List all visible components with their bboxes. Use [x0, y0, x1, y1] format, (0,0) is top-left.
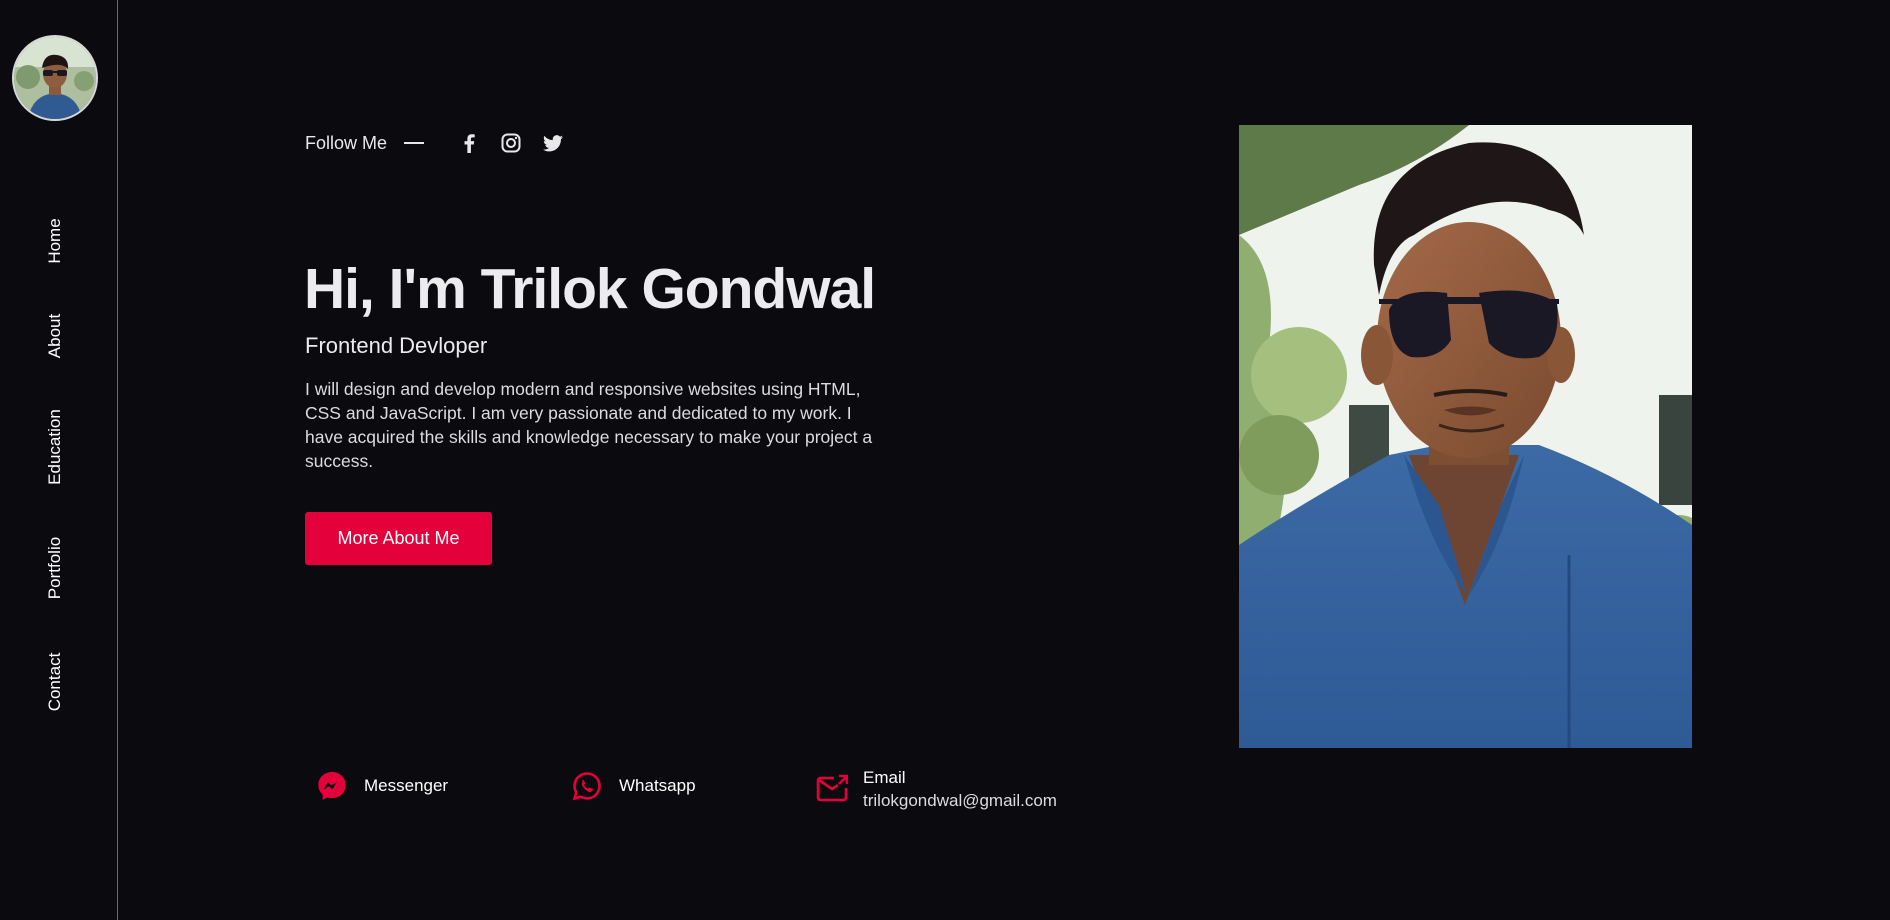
- main-content: Follow Me Hi, I'm Trilok Gondwal Fronten…: [118, 0, 1890, 920]
- avatar[interactable]: [12, 35, 98, 121]
- facebook-icon[interactable]: [458, 132, 480, 154]
- avatar-portrait: [14, 37, 96, 119]
- messenger-contact[interactable]: Messenger: [315, 769, 448, 803]
- messenger-icon: [315, 769, 349, 803]
- nav-education[interactable]: Education: [45, 409, 65, 485]
- email-label: Email: [863, 768, 906, 787]
- follow-me-bar: Follow Me: [305, 131, 584, 155]
- email-address: trilokgondwal@gmail.com: [863, 791, 1057, 810]
- sidebar: Home About Education Portfolio Contact: [0, 0, 118, 920]
- whatsapp-contact[interactable]: Whatsapp: [570, 769, 696, 803]
- whatsapp-icon: [570, 769, 604, 803]
- nav-about[interactable]: About: [45, 314, 65, 358]
- hero-subtitle: Frontend Devloper: [305, 333, 488, 358]
- whatsapp-label: Whatsapp: [619, 776, 696, 795]
- hero-description: I will design and develop modern and res…: [305, 379, 873, 471]
- hero-title: Hi, I'm Trilok Gondwal: [304, 257, 876, 321]
- nav-portfolio[interactable]: Portfolio: [45, 537, 65, 599]
- email-text: Email trilokgondwal@gmail.com: [863, 766, 1057, 812]
- email-icon: [815, 772, 849, 806]
- twitter-icon[interactable]: [542, 132, 564, 154]
- email-contact[interactable]: Email trilokgondwal@gmail.com: [815, 766, 1057, 812]
- nav-contact[interactable]: Contact: [45, 653, 65, 712]
- profile-photo: [1239, 125, 1692, 748]
- instagram-icon[interactable]: [500, 132, 522, 154]
- more-about-me-button[interactable]: More About Me: [305, 512, 492, 565]
- nav-home[interactable]: Home: [45, 218, 65, 263]
- messenger-label: Messenger: [364, 776, 449, 795]
- follow-me-label: Follow Me: [305, 132, 388, 153]
- follow-dash: [404, 142, 425, 144]
